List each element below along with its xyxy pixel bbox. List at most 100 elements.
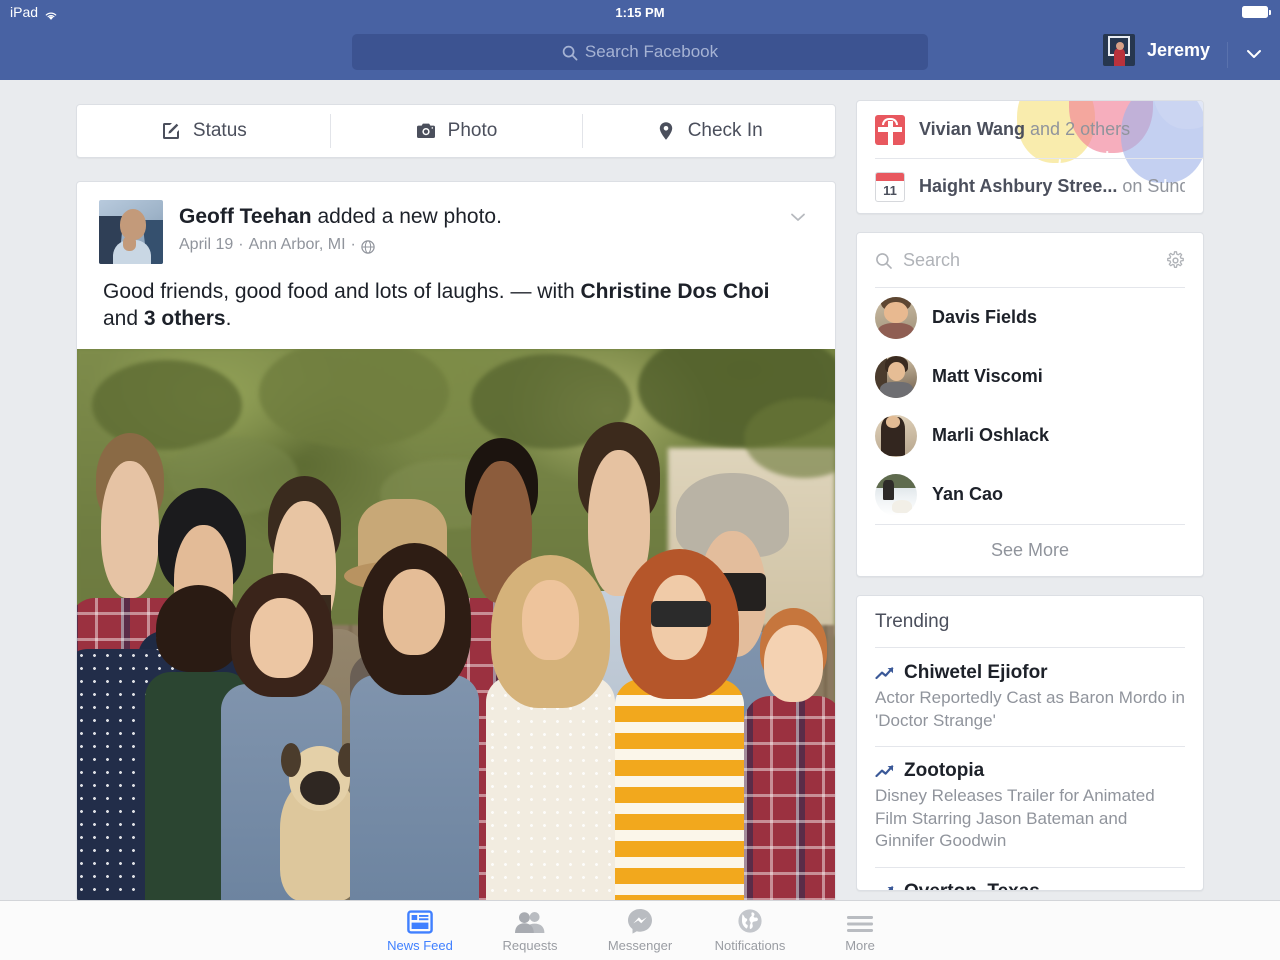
event-row-event[interactable]: 11 Haight Ashbury Stree... on Sunday bbox=[857, 158, 1203, 214]
post-photo[interactable] bbox=[77, 349, 835, 901]
status-bar-time: 1:15 PM bbox=[0, 5, 1280, 20]
trending-item[interactable]: Zootopia Disney Releases Trailer for Ani… bbox=[857, 746, 1203, 867]
globe-notifications-icon bbox=[737, 908, 763, 934]
post-options-chevron-down-icon[interactable] bbox=[787, 206, 809, 228]
tab-label: News Feed bbox=[387, 938, 453, 953]
photo-person bbox=[744, 625, 835, 901]
trending-item-name: Zootopia bbox=[904, 760, 984, 782]
contact-name: Matt Viscomi bbox=[932, 366, 1043, 387]
event-row-birthday[interactable]: Vivian Wang and 2 others bbox=[857, 101, 1203, 158]
tab-label: More bbox=[845, 938, 875, 953]
trending-item-header: Overton, Texas bbox=[875, 881, 1185, 891]
calendar-icon: 11 bbox=[875, 172, 905, 202]
contact-name: Marli Oshlack bbox=[932, 425, 1049, 446]
trending-arrow-icon bbox=[875, 665, 895, 681]
post-action-text: added a new photo. bbox=[312, 205, 502, 228]
trending-item-header: Zootopia bbox=[875, 760, 1185, 782]
post-message-part1: Good friends, good food and lots of laug… bbox=[103, 280, 580, 303]
battery-full-icon bbox=[1242, 6, 1268, 18]
navigation-bar: Search Facebook Jeremy bbox=[0, 24, 1280, 80]
trending-item-header: Chiwetel Ejiofor bbox=[875, 662, 1185, 684]
contact-row[interactable]: Marli Oshlack bbox=[857, 406, 1203, 465]
trending-item[interactable]: Overton, Texas Kids' Lemonade Stand Shut… bbox=[857, 867, 1203, 891]
tab-requests[interactable]: Requests bbox=[475, 908, 585, 953]
search-placeholder: Search Facebook bbox=[585, 42, 718, 62]
birthday-text: Vivian Wang and 2 others bbox=[919, 119, 1130, 140]
tab-label: Messenger bbox=[608, 938, 672, 953]
tab-label: Requests bbox=[503, 938, 558, 953]
birthday-others: and 2 others bbox=[1025, 119, 1130, 139]
chevron-down-icon[interactable] bbox=[1244, 44, 1264, 64]
status-bar-right bbox=[1242, 6, 1268, 18]
contact-name: Yan Cao bbox=[932, 484, 1003, 505]
meta-separator-2: · bbox=[351, 236, 356, 254]
composer-photo-label: Photo bbox=[448, 120, 498, 142]
gear-icon[interactable] bbox=[1166, 251, 1185, 270]
post-header: Geoff Teehan added a new photo. April 19… bbox=[77, 182, 835, 264]
contacts-card: Search Davis Fields bbox=[856, 232, 1204, 577]
avatar bbox=[875, 415, 917, 457]
post-meta: April 19 · Ann Arbor, MI · bbox=[179, 236, 502, 254]
tab-label: Notifications bbox=[715, 938, 786, 953]
news-feed-icon bbox=[407, 908, 433, 934]
post-author-name[interactable]: Geoff Teehan bbox=[179, 205, 312, 228]
composer-photo-button[interactable]: Photo bbox=[330, 105, 583, 157]
camera-icon bbox=[415, 120, 437, 142]
avatar bbox=[1103, 34, 1135, 66]
profile-button[interactable]: Jeremy bbox=[1103, 34, 1210, 66]
contact-row[interactable]: Yan Cao bbox=[857, 465, 1203, 524]
trending-title: Trending bbox=[857, 596, 1203, 648]
photo-person bbox=[486, 580, 615, 900]
trending-item-name: Overton, Texas bbox=[904, 881, 1040, 891]
post-message-part2: and bbox=[103, 307, 144, 330]
messenger-icon bbox=[627, 908, 653, 934]
trending-arrow-icon bbox=[875, 884, 895, 891]
post-author-avatar[interactable] bbox=[99, 200, 163, 264]
meta-separator-1: · bbox=[238, 236, 243, 254]
composer-checkin-button[interactable]: Check In bbox=[582, 105, 835, 157]
tab-news-feed[interactable]: News Feed bbox=[365, 908, 475, 953]
trending-arrow-icon bbox=[875, 763, 895, 779]
post-title: Geoff Teehan added a new photo. bbox=[179, 204, 502, 231]
status-bar: iPad 1:15 PM bbox=[0, 0, 1280, 24]
hamburger-more-icon bbox=[846, 908, 874, 934]
sidebar: Vivian Wang and 2 others 11 Haight Ashbu… bbox=[856, 100, 1204, 891]
trending-card: Trending Chiwetel Ejiofor Actor Reported… bbox=[856, 595, 1204, 891]
post-message: Good friends, good food and lots of laug… bbox=[77, 264, 835, 349]
contacts-search-input[interactable]: Search bbox=[903, 250, 1156, 271]
trending-item-description: Actor Reportedly Cast as Baron Mordo in … bbox=[875, 687, 1185, 732]
profile-name: Jeremy bbox=[1147, 40, 1210, 61]
contact-row[interactable]: Davis Fields bbox=[857, 288, 1203, 347]
calendar-day: 11 bbox=[876, 181, 904, 201]
search-icon bbox=[562, 45, 577, 60]
location-pin-icon bbox=[655, 120, 677, 142]
composer-status-label: Status bbox=[193, 120, 247, 142]
tab-more[interactable]: More bbox=[805, 908, 915, 953]
see-more-button[interactable]: See More bbox=[857, 524, 1203, 576]
post-message-part3: . bbox=[226, 307, 232, 330]
tab-messenger[interactable]: Messenger bbox=[585, 908, 695, 953]
post-others-count[interactable]: 3 others bbox=[144, 307, 226, 330]
trending-item-description: Disney Releases Trailer for Animated Fil… bbox=[875, 785, 1185, 853]
post-tagged-person[interactable]: Christine Dos Choi bbox=[580, 280, 769, 303]
contact-name: Davis Fields bbox=[932, 307, 1037, 328]
contact-row[interactable]: Matt Viscomi bbox=[857, 347, 1203, 406]
friend-requests-icon bbox=[515, 908, 545, 934]
feed-post: Geoff Teehan added a new photo. April 19… bbox=[76, 181, 836, 902]
search-input[interactable]: Search Facebook bbox=[352, 34, 928, 70]
tab-notifications[interactable]: Notifications bbox=[695, 908, 805, 953]
post-date[interactable]: April 19 bbox=[179, 236, 233, 254]
avatar bbox=[875, 474, 917, 516]
trending-item[interactable]: Chiwetel Ejiofor Actor Reportedly Cast a… bbox=[857, 648, 1203, 746]
nav-divider bbox=[1227, 42, 1228, 68]
photo-person bbox=[350, 569, 479, 900]
composer-status-button[interactable]: Status bbox=[77, 105, 330, 157]
trending-item-name: Chiwetel Ejiofor bbox=[904, 662, 1048, 684]
avatar bbox=[875, 356, 917, 398]
contacts-search-row: Search bbox=[857, 233, 1203, 288]
post-location[interactable]: Ann Arbor, MI bbox=[249, 236, 346, 254]
event-name: Haight Ashbury Stree... bbox=[919, 176, 1117, 196]
composer-card: Status Photo bbox=[76, 104, 836, 158]
search-icon bbox=[875, 252, 893, 270]
globe-icon bbox=[361, 240, 375, 254]
